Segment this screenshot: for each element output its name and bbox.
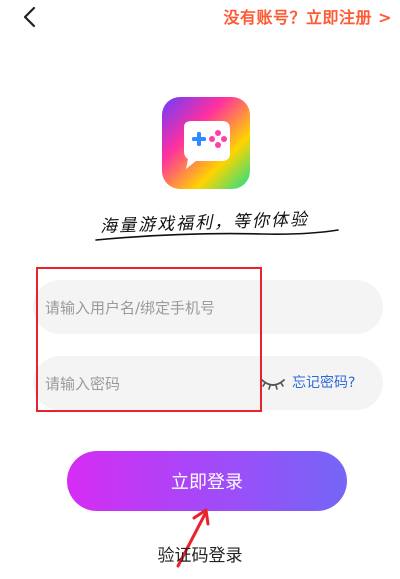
password-row: 忘记密码? bbox=[33, 356, 383, 412]
chevron-left-icon bbox=[23, 6, 36, 28]
slogan: 海量游戏福利，等你体验 bbox=[92, 208, 342, 242]
eye-closed-icon[interactable] bbox=[259, 373, 287, 393]
username-input[interactable] bbox=[43, 280, 367, 336]
sms-login-link[interactable]: 验证码登录 bbox=[0, 541, 400, 566]
back-button[interactable] bbox=[14, 2, 44, 32]
login-button[interactable]: 立即登录 bbox=[67, 451, 347, 511]
password-input[interactable] bbox=[43, 356, 267, 412]
register-link[interactable]: 没有账号？立即注册 > bbox=[224, 4, 392, 28]
top-bar: 没有账号？立即注册 > bbox=[0, 0, 400, 36]
forgot-password-link[interactable]: 忘记密码? bbox=[292, 372, 355, 392]
app-logo bbox=[162, 97, 250, 189]
username-row bbox=[33, 280, 383, 336]
slogan-underline bbox=[95, 229, 339, 241]
gamepad-icon bbox=[184, 121, 230, 169]
